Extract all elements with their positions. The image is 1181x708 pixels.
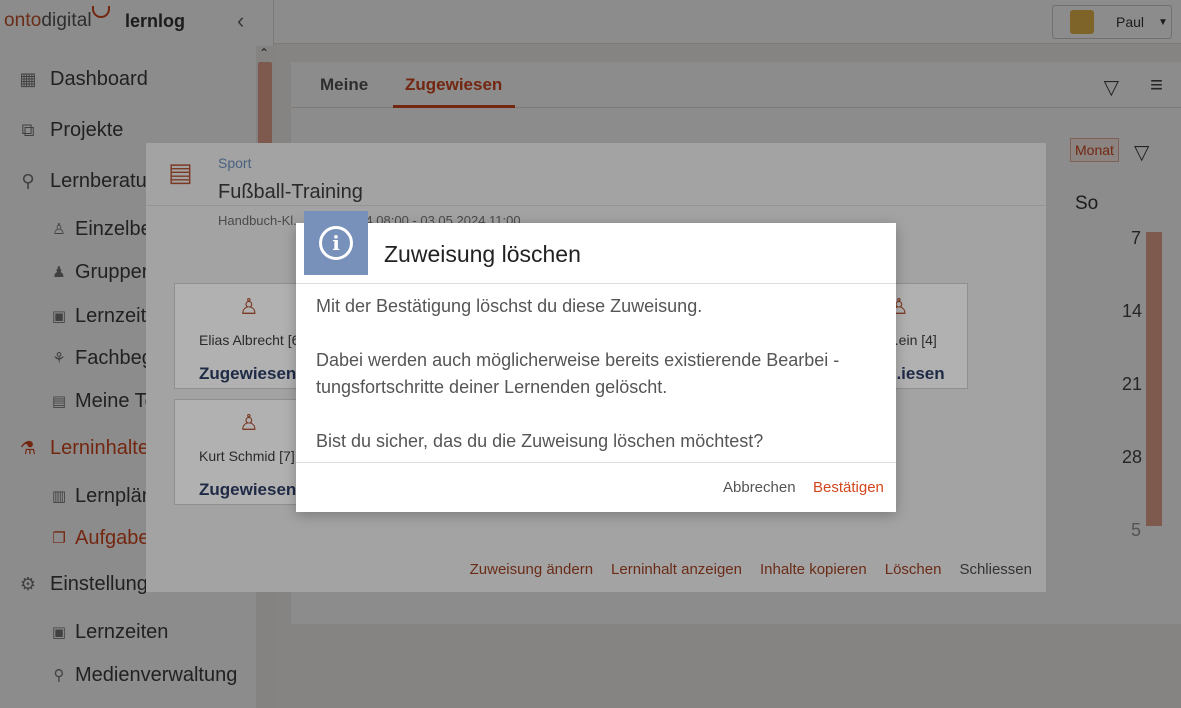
detail-category: Sport — [218, 155, 252, 171]
person-icon: ♙ — [239, 410, 259, 435]
divider — [296, 462, 896, 463]
assignee-status: Zugewiesen — [199, 480, 297, 499]
dialog-body: Mit der Bestätigung löschst du diese Zuw… — [316, 293, 876, 482]
dialog-title: Zuweisung löschen — [384, 241, 581, 267]
show-content-button[interactable]: Lerninhalt anzeigen — [611, 561, 742, 578]
person-icon: ♙ — [239, 294, 259, 319]
copy-content-button[interactable]: Inhalte kopieren — [760, 561, 867, 578]
divider — [296, 283, 896, 284]
task-alert-icon: ▤ — [168, 157, 193, 187]
dialog-paragraph: Dabei werden auch möglicherweise bereits… — [316, 350, 840, 397]
dialog-paragraph: Bist du sicher, das du die Zuweisung lös… — [316, 431, 764, 451]
detail-title: Fußball-Training — [218, 181, 363, 203]
dialog-paragraph: Mit der Bestätigung löschst du diese Zuw… — [316, 296, 703, 316]
confirm-button[interactable]: Bestätigen — [813, 479, 884, 496]
info-icon: i — [319, 226, 353, 260]
cancel-button[interactable]: Abbrechen — [723, 479, 796, 496]
delete-confirm-dialog: i Zuweisung löschen Mit der Bestätigung … — [296, 211, 896, 512]
info-badge: i — [304, 211, 368, 275]
assignee-name: Kurt Schmid [7] — [199, 448, 295, 464]
delete-button[interactable]: Löschen — [885, 561, 942, 578]
assignee-card[interactable]: ♙ ...ein [4] ...iesen — [884, 283, 968, 389]
assignee-status: Zugewiesen — [199, 364, 297, 383]
change-assignment-button[interactable]: Zuweisung ändern — [470, 561, 593, 578]
close-button[interactable]: Schliessen — [959, 561, 1032, 578]
detail-actions: Zuweisung ändern Lerninhalt anzeigen Inh… — [470, 561, 1032, 578]
assignee-name: Elias Albrecht [6] — [199, 332, 304, 348]
